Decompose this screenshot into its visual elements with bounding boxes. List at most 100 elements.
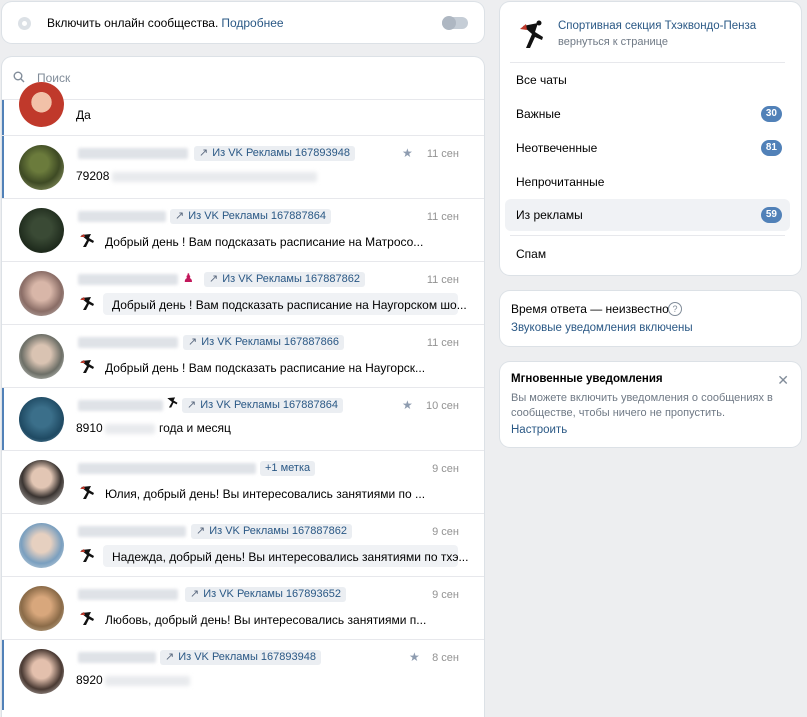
- message-preview: Любовь, добрый день! Вы интересовались з…: [105, 613, 427, 627]
- chat-row[interactable]: ↗ Из VK Рекламы 167887866 11 сен Добрый д…: [2, 325, 484, 388]
- chat-date: 11 сен: [426, 274, 459, 286]
- arrow-icon: ↗: [188, 336, 198, 348]
- chat-row[interactable]: Да: [2, 82, 484, 136]
- star-icon[interactable]: ★: [402, 398, 413, 412]
- arrow-icon: ↗: [175, 210, 185, 222]
- chat-row[interactable]: ↗ Из VK Рекламы 167893948 ★ 8 сен 8920: [2, 640, 484, 710]
- message-preview: 79208: [76, 169, 110, 183]
- folder-important[interactable]: Важные 30: [505, 98, 790, 130]
- folder-label: Важные: [516, 107, 561, 121]
- online-switch[interactable]: [442, 16, 468, 30]
- close-icon[interactable]: ✕: [777, 372, 789, 389]
- chat-row[interactable]: ♟ ↗ Из VK Рекламы 167887862 11 сен Добрый…: [2, 262, 484, 325]
- chat-row[interactable]: ↗ Из VK Рекламы 167887862 9 сен Надежда, …: [2, 514, 484, 577]
- community-name-link[interactable]: Спортивная секция Тхэквондо-Пенза: [558, 20, 756, 32]
- chat-date: 9 сен: [432, 526, 459, 538]
- avatar: [19, 523, 64, 568]
- community-logo-icon: [80, 297, 94, 310]
- chat-list: Поиск Да ↗ Из VK Рекламы 167893948 ★ 11 с…: [2, 57, 484, 717]
- tag-text: Из VK Рекламы 167893948: [212, 147, 350, 159]
- folder-unread[interactable]: Непрочитанные: [505, 166, 790, 198]
- hidden-text: [112, 172, 317, 182]
- tag-text: +1 метка: [265, 462, 311, 474]
- configure-link[interactable]: Настроить: [511, 424, 567, 436]
- notifications-title: Мгновенные уведомления: [511, 373, 663, 385]
- community-logo-icon[interactable]: [517, 18, 545, 52]
- folder-label: Все чаты: [516, 73, 567, 87]
- hidden-text: [105, 424, 155, 434]
- community-logo-icon: [80, 549, 94, 562]
- status-indicator-icon: [18, 17, 31, 30]
- folder-unanswered[interactable]: Неотвеченные 81: [505, 132, 790, 164]
- message-preview: Да: [76, 108, 91, 122]
- folder-from-ads[interactable]: Из рекламы 59: [505, 199, 790, 231]
- ad-tag: ↗ Из VK Рекламы 167887862: [204, 272, 365, 287]
- folder-label: Спам: [516, 247, 547, 261]
- online-toggle-card: Включить онлайн сообщества. Подробнее: [2, 2, 484, 43]
- response-time-card: Время ответа — неизвестно ? Звуковые уве…: [500, 291, 801, 346]
- ad-tag: ↗ Из VK Рекламы 167887862: [191, 524, 352, 539]
- contact-name: [78, 652, 156, 663]
- tag-text: Из VK Рекламы 167887862: [209, 525, 347, 537]
- avatar: [19, 334, 64, 379]
- arrow-icon: ↗: [190, 588, 200, 600]
- folder-spam[interactable]: Спам: [505, 238, 790, 270]
- more-link[interactable]: Подробнее: [221, 16, 283, 30]
- folder-label: Непрочитанные: [516, 175, 605, 189]
- chat-date: 10 сен: [426, 400, 459, 412]
- chat-row[interactable]: ↗ Из VK Рекламы 167887864 11 сен Добрый д…: [2, 199, 484, 262]
- search-bar[interactable]: Поиск: [2, 57, 484, 100]
- contact-name: [78, 463, 256, 474]
- ad-tag: ↗ Из VK Рекламы 167893948: [194, 146, 355, 161]
- back-to-page-link[interactable]: вернуться к странице: [558, 36, 668, 48]
- avatar: [19, 208, 64, 253]
- message-preview: Юлия, добрый день! Вы интересовались зан…: [105, 487, 426, 501]
- count-badge: 81: [760, 140, 782, 156]
- divider: [510, 235, 785, 236]
- chat-row[interactable]: ↗ Из VK Рекламы 167893948 ★ 11 сен 79208: [2, 136, 484, 199]
- community-logo-icon: [80, 234, 94, 247]
- folders-panel: Спортивная секция Тхэквондо-Пенза вернут…: [500, 2, 801, 275]
- notifications-description: Вы можете включить уведомления о сообщен…: [511, 392, 773, 419]
- arrow-icon: ↗: [165, 651, 175, 663]
- chat-row[interactable]: ↗ Из VK Рекламы 167893652 9 сен Любовь, д…: [2, 577, 484, 640]
- tag-text: Из VK Рекламы 167887864: [188, 210, 326, 222]
- message-preview: Надежда, добрый день! Вы интересовались …: [112, 550, 469, 564]
- star-icon[interactable]: ★: [409, 650, 420, 664]
- message-preview: Добрый день ! Вам подсказать расписание …: [105, 361, 426, 375]
- count-badge: 30: [760, 106, 782, 122]
- chat-date: 11 сен: [426, 337, 459, 349]
- community-logo-icon: [80, 360, 94, 373]
- arrow-icon: ↗: [196, 525, 206, 537]
- chat-row[interactable]: ↗ Из VK Рекламы 167887864 ★ 10 сен 8910 г…: [2, 388, 484, 451]
- ad-tag: ↗ Из VK Рекламы 167887864: [170, 209, 331, 224]
- message-preview: Добрый день ! Вам подсказать расписание …: [105, 235, 424, 249]
- ad-tag: ↗ Из VK Рекламы 167887866: [183, 335, 344, 350]
- hidden-text: [105, 676, 190, 686]
- folder-all-chats[interactable]: Все чаты: [505, 64, 790, 96]
- ad-tag: ↗ Из VK Рекламы 167893652: [185, 587, 346, 602]
- tag-text: Из VK Рекламы 167887862: [222, 273, 360, 285]
- community-logo-icon: [80, 612, 94, 625]
- message-preview: Добрый день ! Вам подсказать расписание …: [112, 298, 467, 312]
- search-icon: [13, 71, 25, 83]
- folder-label: Неотвеченные: [516, 141, 598, 155]
- avatar: [19, 397, 64, 442]
- tag-text: Из VK Рекламы 167887864: [200, 399, 338, 411]
- chat-date: 9 сен: [432, 589, 459, 601]
- contact-name: [78, 274, 178, 285]
- contact-name: [78, 211, 166, 222]
- chat-row[interactable]: +1 метка 9 сен Юлия, добрый день! Вы инт…: [2, 451, 484, 514]
- star-icon[interactable]: ★: [402, 146, 413, 160]
- help-icon[interactable]: ?: [668, 302, 682, 316]
- message-preview: 8920: [76, 673, 103, 687]
- chat-date: 9 сен: [432, 463, 459, 475]
- avatar: [19, 145, 64, 190]
- online-label-text: Включить онлайн сообщества.: [47, 16, 219, 30]
- sound-notifications-link[interactable]: Звуковые уведомления включены: [511, 322, 693, 334]
- contact-name: [78, 400, 163, 411]
- instant-notifications-card: Мгновенные уведомления ✕ Вы можете включ…: [500, 362, 801, 447]
- message-preview: 8910: [76, 421, 103, 435]
- count-badge: 59: [760, 207, 782, 223]
- contact-name: [78, 589, 178, 600]
